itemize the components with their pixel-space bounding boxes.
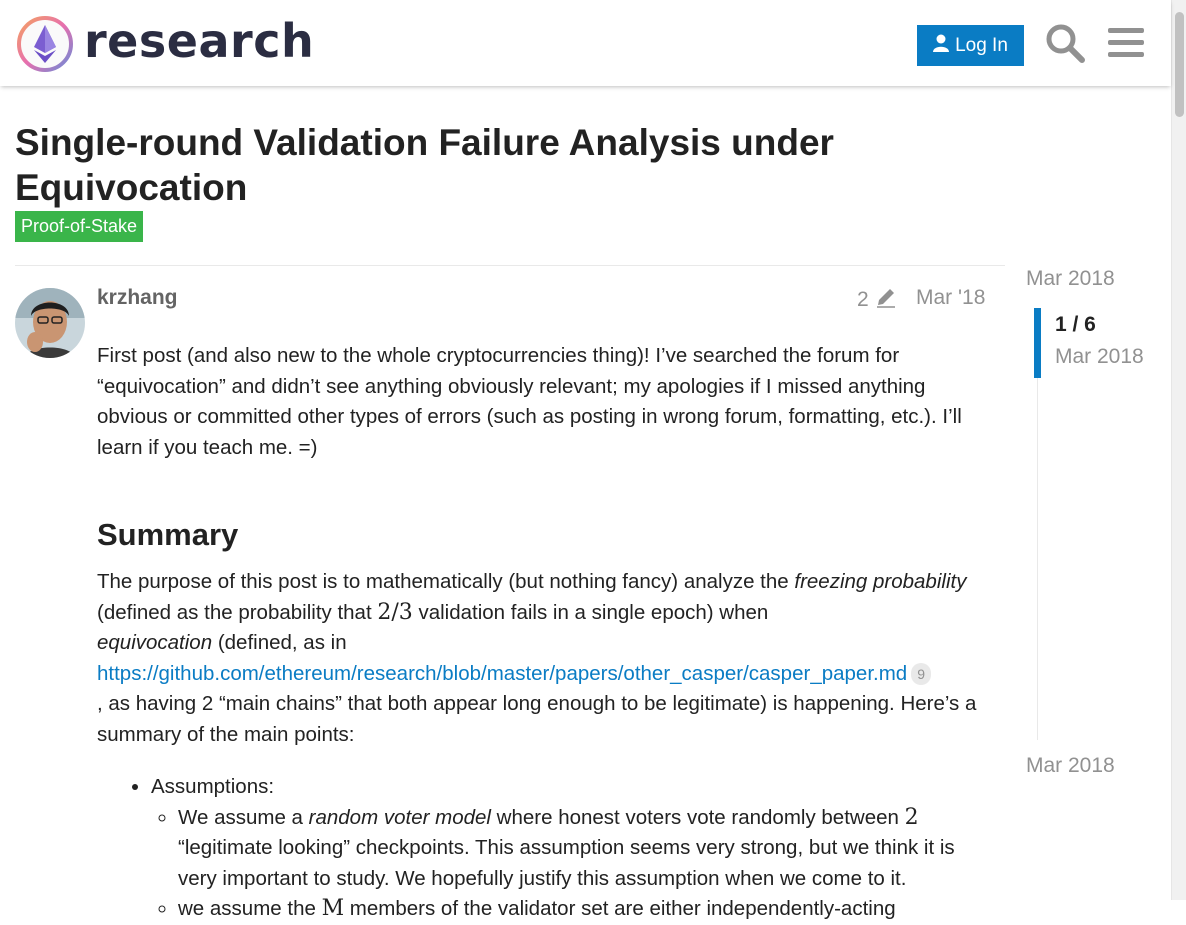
- assumptions-label: Assumptions:: [151, 775, 275, 798]
- list-item: We assume a random voter model where hon…: [178, 803, 992, 895]
- text: where honest voters vote randomly betwee…: [490, 805, 905, 829]
- text: we assume the: [178, 897, 322, 920]
- text: (defined, as in: [212, 631, 347, 654]
- avatar[interactable]: [15, 288, 85, 358]
- post-date[interactable]: Mar '18: [916, 286, 985, 310]
- post-intro: First post (and also new to the whole cr…: [97, 344, 962, 459]
- site-title[interactable]: research: [84, 14, 314, 68]
- timeline-position: 1 / 6: [1055, 313, 1096, 336]
- topic-title[interactable]: Single-round Validation Failure Analysis…: [15, 120, 975, 210]
- post-author[interactable]: krzhang: [97, 286, 178, 310]
- timeline-current-date: Mar 2018: [1055, 345, 1144, 368]
- emphasis-text: random voter model: [308, 805, 491, 829]
- text: (defined as the probability that: [97, 600, 378, 624]
- timeline-end-date[interactable]: Mar 2018: [1026, 754, 1115, 778]
- user-icon: [933, 34, 950, 58]
- summary-heading: Summary: [97, 517, 239, 552]
- scrollbar-thumb[interactable]: [1175, 12, 1184, 117]
- text: , as having 2 “main chains” that both ap…: [97, 692, 977, 746]
- login-button[interactable]: Log In: [917, 25, 1024, 66]
- link-click-count: 9: [911, 663, 931, 686]
- vertical-scrollbar[interactable]: [1171, 0, 1186, 900]
- list-item: Assumptions: We assume a random voter mo…: [151, 772, 992, 925]
- assumptions-list: We assume a random voter model where hon…: [151, 803, 992, 925]
- math-expression: 2: [904, 804, 919, 830]
- text: The purpose of this post is to mathemati…: [97, 570, 795, 593]
- timeline-handle[interactable]: [1034, 308, 1041, 378]
- login-label: Log In: [955, 34, 1008, 56]
- edit-count: 2: [857, 288, 869, 311]
- post-body: First post (and also new to the whole cr…: [97, 341, 992, 925]
- text: We assume a: [178, 805, 309, 829]
- casper-paper-link[interactable]: https://github.com/ethereum/research/blo…: [97, 662, 907, 685]
- text: “legitimate looking” checkpoints. This a…: [178, 836, 955, 890]
- hamburger-menu-icon[interactable]: [1106, 22, 1148, 64]
- list-item: we assume the M members of the validator…: [178, 894, 992, 925]
- edit-history-button[interactable]: 2: [857, 286, 897, 314]
- search-icon[interactable]: [1044, 22, 1086, 64]
- summary-list: Assumptions: We assume a random voter mo…: [97, 772, 992, 925]
- category-badge[interactable]: Proof-of-Stake: [15, 211, 144, 242]
- pencil-icon: [875, 286, 897, 314]
- timeline-start-date[interactable]: Mar 2018: [1026, 267, 1115, 291]
- ethresearch-logo-icon[interactable]: [16, 15, 74, 73]
- math-expression: 2/3: [377, 599, 413, 625]
- emphasis-text: equivocation: [97, 631, 213, 654]
- text: validation fails in a single epoch) when: [412, 600, 769, 624]
- site-header: research Log In: [0, 0, 1171, 86]
- summary-paragraph: The purpose of this post is to mathemati…: [97, 567, 992, 750]
- emphasis-text: freezing probability: [794, 570, 967, 593]
- divider: [15, 265, 1005, 266]
- text: members of the validator set are either …: [344, 897, 896, 920]
